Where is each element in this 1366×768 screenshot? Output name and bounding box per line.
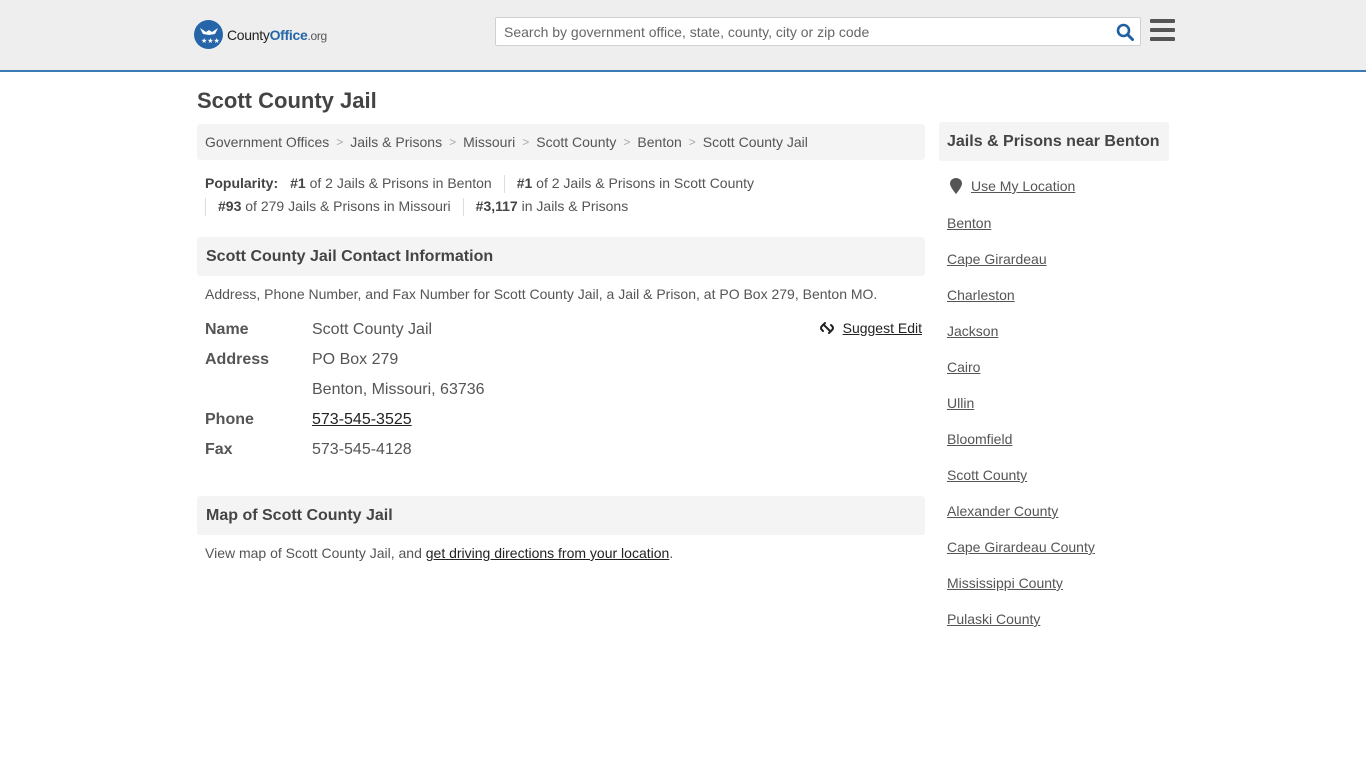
map-heading: Map of Scott County Jail (197, 496, 925, 535)
fax-value: 573-545-4128 (312, 441, 412, 458)
list-item: Alexander County (947, 502, 1095, 538)
list-item: Mississippi County (947, 574, 1095, 610)
breadcrumb-missouri[interactable]: Missouri (463, 134, 515, 150)
nearby-link-alexander-county[interactable]: Alexander County (947, 503, 1058, 519)
phone-row: Phone 573-545-3525 (205, 405, 925, 435)
fax-label: Fax (205, 441, 233, 458)
menu-bar (1150, 28, 1175, 32)
list-item: Benton (947, 214, 1095, 250)
address-label: Address (205, 351, 270, 368)
breadcrumb-scott-county[interactable]: Scott County (536, 134, 616, 150)
svg-text:★★★: ★★★ (201, 37, 220, 45)
breadcrumb-benton[interactable]: Benton (637, 134, 681, 150)
page-title: Scott County Jail (197, 88, 377, 113)
name-label: Name (205, 321, 249, 338)
divider (503, 174, 505, 193)
search-bar (495, 17, 1141, 46)
nearby-link-jackson[interactable]: Jackson (947, 323, 998, 339)
breadcrumb-separator: > (522, 135, 530, 149)
popularity-rank-state: #93 of 279 Jails & Prisons in Missouri (218, 198, 451, 214)
list-item: Cape Girardeau (947, 250, 1095, 286)
phone-link[interactable]: 573-545-3525 (312, 411, 412, 429)
phone-label: Phone (205, 411, 254, 428)
breadcrumb-jails-prisons[interactable]: Jails & Prisons (350, 134, 442, 150)
breadcrumb-separator: > (336, 135, 344, 149)
popularity-rankings: Popularity: #1 of 2 Jails & Prisons in B… (205, 172, 925, 218)
nearby-link-scott-county[interactable]: Scott County (947, 467, 1027, 483)
fax-row: Fax 573-545-4128 (205, 435, 925, 465)
name-row: Name Scott County Jail (205, 315, 925, 345)
logo-text: CountyOffice.org (227, 26, 327, 43)
nearby-link-cairo[interactable]: Cairo (947, 359, 980, 375)
breadcrumb-separator: > (688, 135, 696, 149)
nearby-link-mississippi-county[interactable]: Mississippi County (947, 575, 1063, 591)
contact-details: Suggest Edit Name Scott County Jail Addr… (205, 315, 925, 465)
list-item: Bloomfield (947, 430, 1095, 466)
nearby-link-ullin[interactable]: Ullin (947, 395, 974, 411)
popularity-rank-county: #1 of 2 Jails & Prisons in Scott County (516, 175, 755, 191)
popularity-label: Popularity: (205, 175, 279, 191)
list-item: Pulaski County (947, 610, 1095, 646)
list-item: Cape Girardeau County (947, 538, 1095, 574)
site-logo[interactable]: ★★★ CountyOffice.org (194, 20, 327, 49)
list-item: Scott County (947, 466, 1095, 502)
nearby-link-pulaski-county[interactable]: Pulaski County (947, 611, 1040, 627)
breadcrumb-separator: > (449, 135, 457, 149)
nearby-list: Benton Cape Girardeau Charleston Jackson… (947, 214, 1095, 646)
breadcrumb-government-offices[interactable]: Government Offices (205, 134, 329, 150)
contact-info-heading: Scott County Jail Contact Information (197, 237, 925, 276)
list-item: Charleston (947, 286, 1095, 322)
address-line2: Benton, Missouri, 63736 (312, 381, 485, 398)
nearby-link-benton[interactable]: Benton (947, 215, 991, 231)
nearby-link-cape-girardeau-county[interactable]: Cape Girardeau County (947, 539, 1095, 555)
divider (462, 197, 464, 216)
nearby-link-bloomfield[interactable]: Bloomfield (947, 431, 1012, 447)
name-value: Scott County Jail (312, 321, 433, 338)
nearby-link-cape-girardeau[interactable]: Cape Girardeau (947, 251, 1047, 267)
popularity-rank-city: #1 of 2 Jails & Prisons in Benton (290, 175, 492, 191)
site-header: ★★★ CountyOffice.org (0, 0, 1366, 72)
breadcrumb-separator: > (623, 135, 631, 149)
menu-bar (1150, 37, 1175, 41)
hamburger-menu-button[interactable] (1150, 19, 1175, 41)
eagle-stars-icon: ★★★ (194, 20, 223, 49)
driving-directions-link[interactable]: get driving directions from your locatio… (426, 545, 670, 561)
address-line1: PO Box 279 (312, 351, 399, 368)
search-button[interactable] (1110, 18, 1140, 45)
breadcrumb-current: Scott County Jail (702, 134, 808, 150)
search-icon (1116, 23, 1134, 41)
sidebar-heading: Jails & Prisons near Benton (939, 122, 1169, 161)
popularity-rank-national: #3,117 in Jails & Prisons (475, 198, 629, 214)
use-my-location-link[interactable]: Use My Location (950, 178, 1075, 194)
list-item: Cairo (947, 358, 1095, 394)
nearby-link-charleston[interactable]: Charleston (947, 287, 1015, 303)
address-row-2: Benton, Missouri, 63736 (205, 375, 925, 405)
address-row: Address PO Box 279 (205, 345, 925, 375)
divider (205, 197, 206, 216)
unlink-icon (819, 322, 834, 334)
list-item: Jackson (947, 322, 1095, 358)
list-item: Ullin (947, 394, 1095, 430)
search-input[interactable] (496, 18, 1110, 45)
map-description: View map of Scott County Jail, and get d… (205, 545, 674, 561)
map-pin-icon (950, 178, 962, 194)
breadcrumb: Government Offices > Jails & Prisons > Mis… (197, 124, 925, 160)
suggest-edit-link[interactable]: Suggest Edit (819, 320, 922, 336)
contact-description: Address, Phone Number, and Fax Number fo… (205, 286, 878, 302)
menu-bar (1150, 19, 1175, 23)
